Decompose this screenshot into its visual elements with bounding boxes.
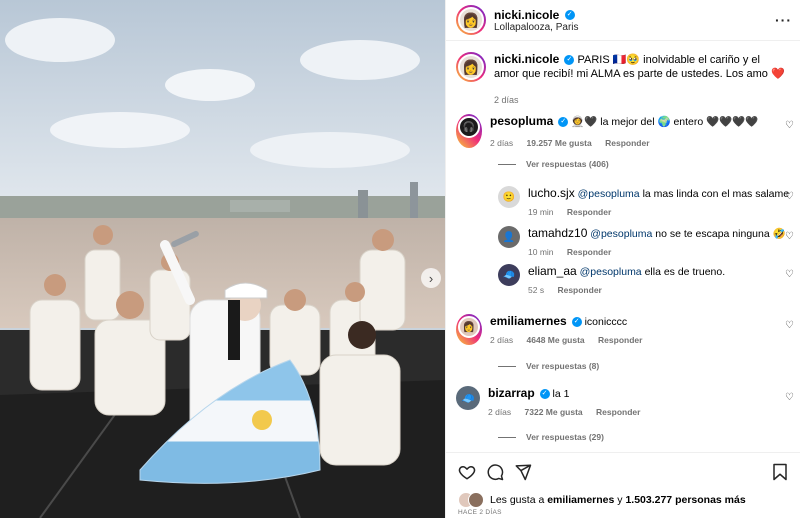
comment-username[interactable]: tamahdz10 bbox=[528, 226, 587, 240]
comment-time[interactable]: 2 días bbox=[488, 407, 511, 417]
view-replies-button[interactable]: Ver respuestas (8) bbox=[498, 361, 599, 371]
heart-icon[interactable]: ♡ bbox=[785, 392, 794, 403]
post-actions-bar bbox=[446, 452, 800, 488]
commenter-avatar[interactable]: 🎧 bbox=[456, 114, 482, 148]
comment-text: la mas linda con el mas salame bbox=[642, 188, 790, 200]
commenter-avatar[interactable]: 🙂 bbox=[498, 186, 520, 208]
reply-button[interactable]: Responder bbox=[605, 138, 649, 148]
comment-mention[interactable]: @pesopluma bbox=[590, 228, 652, 240]
reply-button[interactable]: Responder bbox=[567, 207, 611, 217]
reply-button[interactable]: Responder bbox=[596, 407, 640, 417]
likes-prefix: Les gusta a bbox=[490, 494, 545, 506]
reply-item: 🙂 lucho.sjx @pesopluma la mas linda con … bbox=[498, 186, 789, 217]
comment-time[interactable]: 2 días bbox=[490, 138, 513, 148]
comment-username[interactable]: lucho.sjx bbox=[528, 186, 575, 200]
heart-icon[interactable]: ♡ bbox=[785, 231, 794, 242]
comment-text: 👩‍🚀🖤 la mejor del 🌍 entero 🖤🖤🖤🖤 bbox=[571, 116, 759, 128]
likes-and: y bbox=[617, 494, 623, 506]
comment-item: 👩 emiliamernes ✓ iconicccc 2 días 4648 M… bbox=[456, 314, 653, 345]
comment-item: 🎧 pesopluma ✓ 👩‍🚀🖤 la mejor del 🌍 entero… bbox=[456, 114, 758, 148]
post-photo[interactable]: › bbox=[0, 0, 445, 518]
concert-photo-illustration bbox=[0, 0, 445, 518]
commenter-avatar[interactable]: 👤 bbox=[498, 226, 520, 248]
verified-icon: ✓ bbox=[539, 389, 550, 400]
verified-icon: ✓ bbox=[564, 55, 575, 66]
caption-time[interactable]: 2 días bbox=[494, 93, 786, 107]
posted-time[interactable]: HACE 2 DÍAS bbox=[458, 509, 502, 516]
comment-time[interactable]: 10 min bbox=[528, 247, 554, 257]
reply-button[interactable]: Responder bbox=[557, 285, 601, 295]
comment-text: la 1 bbox=[552, 388, 570, 400]
comment-username[interactable]: bizarrap bbox=[488, 386, 535, 400]
comment-username[interactable]: eliam_aa bbox=[528, 264, 577, 278]
view-replies-button[interactable]: Ver respuestas (406) bbox=[498, 159, 609, 169]
comment-likes[interactable]: 7322 Me gusta bbox=[525, 407, 583, 417]
heart-icon[interactable]: ♡ bbox=[785, 191, 794, 202]
commenter-avatar[interactable]: 🧢 bbox=[498, 264, 520, 286]
comment-icon[interactable] bbox=[486, 463, 504, 481]
comment-time[interactable]: 19 min bbox=[528, 207, 554, 217]
more-icon[interactable]: ··· bbox=[775, 12, 792, 28]
comment-likes[interactable]: 4648 Me gusta bbox=[527, 335, 585, 345]
post-caption: 👩 nicki.nicole ✓ PARIS 🇫🇷🥹 inolvidable e… bbox=[456, 52, 786, 107]
heart-icon[interactable] bbox=[458, 463, 476, 481]
heart-icon[interactable]: ♡ bbox=[785, 320, 794, 331]
caption-username[interactable]: nicki.nicole bbox=[494, 52, 559, 66]
reply-button[interactable]: Responder bbox=[598, 335, 642, 345]
likes-summary: Les gusta a emiliamernes y 1.503.277 per… bbox=[458, 492, 746, 508]
reply-item: 🧢 eliam_aa @pesopluma ella es de trueno.… bbox=[498, 264, 725, 295]
comment-likes[interactable]: 19.257 Me gusta bbox=[527, 138, 592, 148]
author-avatar[interactable]: 👩 bbox=[456, 5, 486, 35]
post-location[interactable]: Lollapalooza, Paris bbox=[494, 22, 579, 33]
comment-username[interactable]: pesopluma bbox=[490, 114, 553, 128]
heart-icon[interactable]: ♡ bbox=[785, 269, 794, 280]
comment-time[interactable]: 2 días bbox=[490, 335, 513, 345]
caption-avatar[interactable]: 👩 bbox=[456, 52, 486, 82]
view-replies-button[interactable]: Ver respuestas (29) bbox=[498, 432, 604, 442]
likes-count[interactable]: 1.503.277 personas más bbox=[625, 494, 745, 506]
comment-text: iconicccc bbox=[584, 316, 628, 328]
comment-text: ella es de trueno. bbox=[644, 266, 726, 278]
post-header: 👩 nicki.nicole ✓ Lollapalooza, Paris ··· bbox=[446, 0, 800, 41]
liker-avatar bbox=[468, 492, 484, 508]
reply-button[interactable]: Responder bbox=[567, 247, 611, 257]
verified-icon: ✓ bbox=[564, 10, 575, 21]
post-side-panel: 👩 nicki.nicole ✓ Lollapalooza, Paris ···… bbox=[445, 0, 800, 518]
commenter-avatar[interactable]: 👩 bbox=[456, 314, 482, 345]
share-icon[interactable] bbox=[514, 463, 532, 481]
comment-text: no se te escapa ninguna 🤣 bbox=[655, 228, 786, 240]
comment-time[interactable]: 52 s bbox=[528, 285, 544, 295]
verified-icon: ✓ bbox=[558, 117, 569, 128]
comment-mention[interactable]: @pesopluma bbox=[580, 266, 642, 278]
heart-icon[interactable]: ♡ bbox=[785, 120, 794, 131]
comment-username[interactable]: emiliamernes bbox=[490, 314, 567, 328]
comment-item: 🧢 bizarrap ✓ la 1 2 días 7322 Me gusta R… bbox=[456, 386, 651, 417]
bookmark-icon[interactable] bbox=[772, 463, 788, 481]
author-username[interactable]: nicki.nicole bbox=[494, 8, 559, 22]
reply-item: 👤 tamahdz10 @pesopluma no se te escapa n… bbox=[498, 226, 786, 257]
next-icon[interactable]: › bbox=[421, 268, 441, 288]
liker-username[interactable]: emiliamernes bbox=[547, 494, 614, 506]
verified-icon: ✓ bbox=[571, 317, 582, 328]
comment-mention[interactable]: @pesopluma bbox=[578, 188, 640, 200]
commenter-avatar[interactable]: 🧢 bbox=[456, 386, 480, 410]
